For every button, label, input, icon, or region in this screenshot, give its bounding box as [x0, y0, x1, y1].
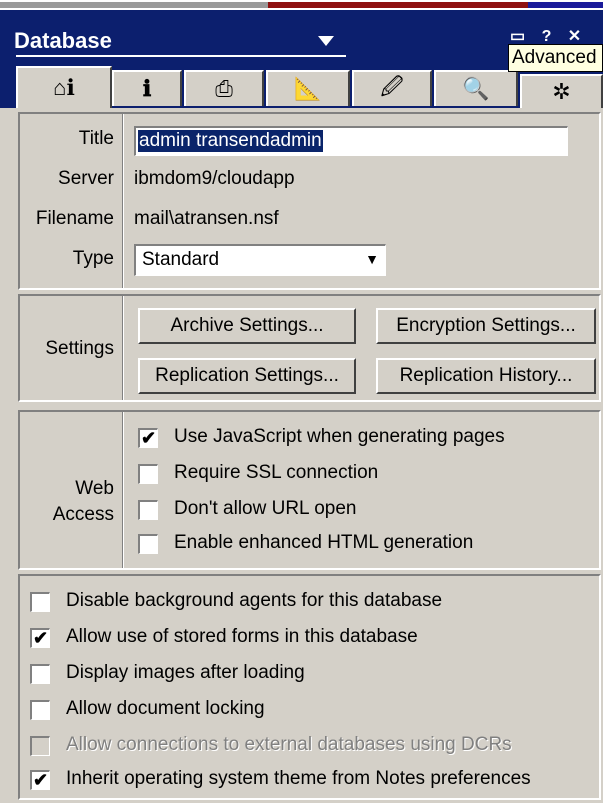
- web-access-label-line2: Access: [52, 504, 114, 525]
- enhanced-html-label: Enable enhanced HTML generation: [174, 532, 474, 553]
- inherit-os-theme-checkbox[interactable]: ✔: [30, 770, 50, 790]
- web-access-panel: Web Access ✔ Use JavaScript when generat…: [18, 410, 601, 570]
- display-images-after-loading-label: Display images after loading: [66, 662, 305, 683]
- title-label: Title: [78, 128, 114, 149]
- advanced-icon: ✲: [552, 79, 571, 104]
- advanced-tooltip: Advanced: [508, 44, 603, 72]
- settings-label: Settings: [45, 338, 114, 359]
- basics-icon: ⌂ℹ: [53, 75, 75, 100]
- display-images-after-loading-checkbox[interactable]: [30, 664, 50, 684]
- basics-panel: Title admin transendadmin Server ibmdom9…: [18, 112, 601, 290]
- replication-history-button[interactable]: Replication History...: [376, 358, 596, 394]
- server-label: Server: [58, 168, 114, 189]
- replication-settings-button[interactable]: Replication Settings...: [138, 358, 356, 394]
- server-value: ibmdom9/cloudapp: [134, 168, 295, 189]
- filename-value: mail\atransen.nsf: [134, 208, 279, 229]
- require-ssl-checkbox[interactable]: [138, 464, 158, 484]
- top-strip: [0, 0, 603, 10]
- tab-print[interactable]: ⎙: [184, 70, 264, 106]
- settings-panel: Settings Archive Settings... Encryption …: [18, 294, 601, 402]
- chevron-down-icon[interactable]: ▼: [365, 251, 379, 267]
- enhanced-html-checkbox[interactable]: [138, 534, 158, 554]
- use-javascript-label: Use JavaScript when generating pages: [174, 426, 505, 447]
- use-javascript-checkbox[interactable]: ✔: [138, 428, 158, 448]
- title-input[interactable]: admin transendadmin: [134, 126, 568, 156]
- filename-label: Filename: [35, 208, 114, 229]
- type-label: Type: [72, 248, 114, 269]
- encryption-settings-button[interactable]: Encryption Settings...: [376, 308, 596, 344]
- type-select[interactable]: Standard ▼: [134, 244, 386, 276]
- web-access-label-line1: Web: [75, 478, 114, 499]
- strip-segment: [528, 2, 603, 8]
- inherit-os-theme-label: Inherit operating system theme from Note…: [66, 768, 531, 789]
- allow-stored-forms-checkbox[interactable]: ✔: [30, 628, 50, 648]
- title-value: admin transendadmin: [138, 130, 323, 152]
- allow-document-locking-label: Allow document locking: [66, 698, 265, 719]
- search-icon: 🔍: [462, 76, 490, 101]
- require-ssl-label: Require SSL connection: [174, 462, 379, 483]
- disable-background-agents-checkbox[interactable]: [30, 592, 50, 612]
- archive-settings-button[interactable]: Archive Settings...: [138, 308, 356, 344]
- title-underline: [16, 55, 346, 57]
- disable-background-agents-label: Disable background agents for this datab…: [66, 590, 443, 611]
- chevron-down-icon[interactable]: [318, 36, 334, 46]
- allow-dcr-connections-checkbox: [30, 736, 50, 756]
- tab-advanced[interactable]: ✲: [520, 74, 603, 108]
- tab-design[interactable]: 📐: [266, 70, 350, 106]
- tab-launch[interactable]: 🖉: [352, 70, 432, 106]
- panel-divider: [122, 412, 124, 568]
- design-icon: 📐: [294, 76, 322, 101]
- panel-divider: [122, 114, 124, 288]
- type-value: Standard: [142, 249, 220, 270]
- strip-segment: [0, 2, 268, 8]
- tab-basics[interactable]: ⌂ℹ: [16, 66, 112, 108]
- panel-divider: [122, 296, 124, 400]
- printer-icon: ⎙: [215, 76, 233, 101]
- dont-allow-url-open-checkbox[interactable]: [138, 500, 158, 520]
- dont-allow-url-open-label: Don't allow URL open: [174, 498, 357, 519]
- info-icon: ℹ: [142, 76, 152, 101]
- options-panel: Disable background agents for this datab…: [18, 574, 601, 800]
- window-controls[interactable]: ▭ ? ✕: [510, 26, 587, 46]
- launch-icon: 🖉: [380, 74, 404, 99]
- tab-info[interactable]: ℹ: [112, 70, 182, 106]
- strip-segment: [268, 2, 528, 8]
- allow-stored-forms-label: Allow use of stored forms in this databa…: [66, 626, 418, 647]
- allow-document-locking-checkbox[interactable]: [30, 700, 50, 720]
- properties-type-selector[interactable]: Database: [14, 28, 112, 54]
- allow-dcr-connections-label: Allow connections to external databases …: [66, 734, 512, 755]
- tab-full-text[interactable]: 🔍: [434, 70, 518, 106]
